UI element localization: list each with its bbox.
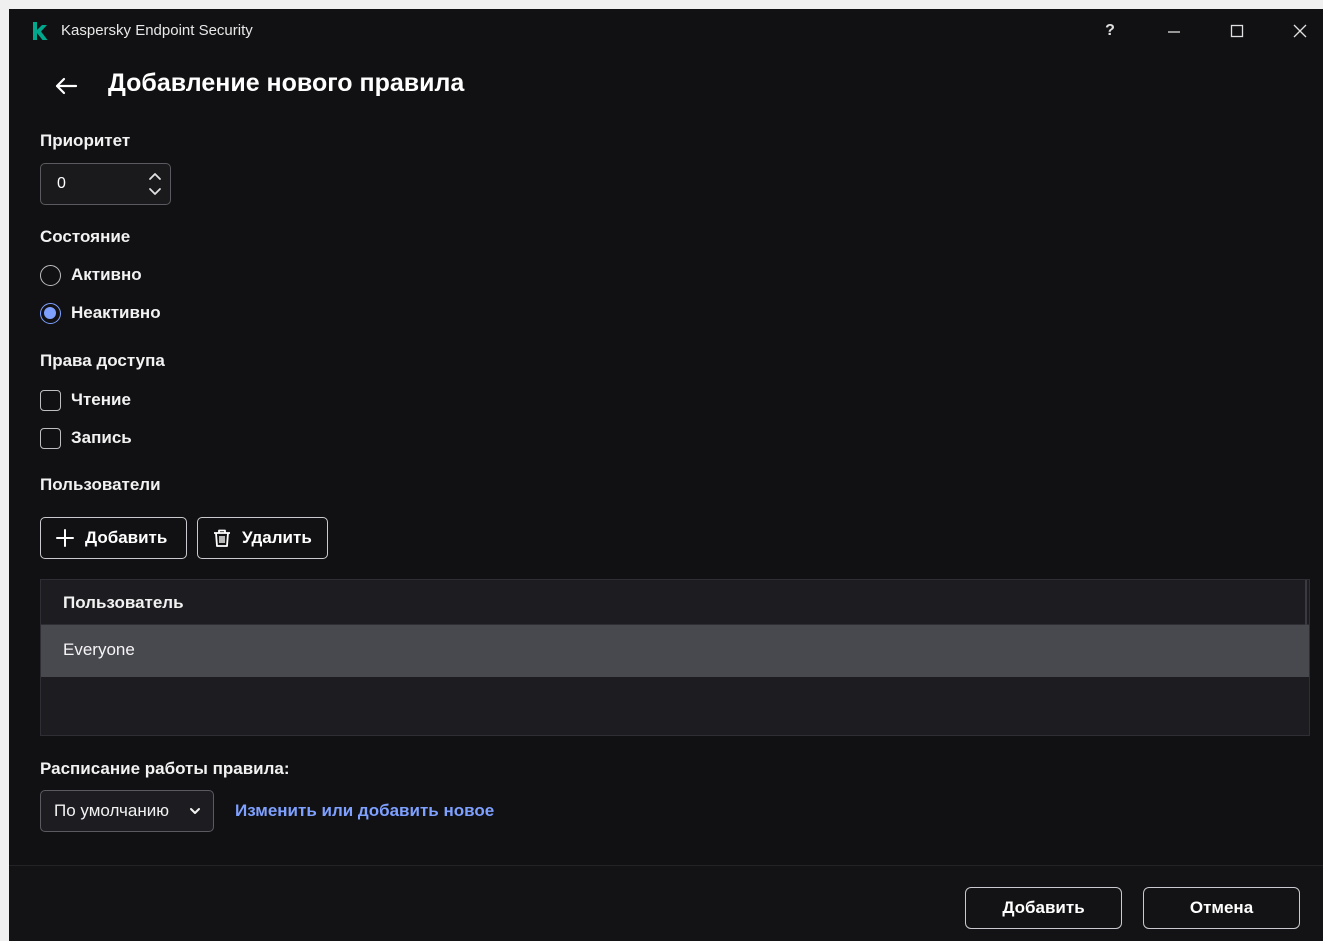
arrow-left-icon [55, 77, 78, 95]
read-checkbox-row[interactable]: Чтение [40, 388, 131, 412]
checkbox-label: Запись [71, 428, 132, 447]
access-rights-label: Права доступа [40, 351, 165, 370]
plus-icon [55, 528, 75, 548]
kaspersky-logo-icon [33, 22, 48, 40]
column-resizer[interactable] [1305, 580, 1307, 625]
chevron-down-icon [190, 808, 200, 814]
app-title: Kaspersky Endpoint Security [61, 22, 253, 39]
column-header-user[interactable]: Пользователь [63, 593, 184, 613]
radio-label: Неактивно [71, 303, 161, 322]
delete-user-label: Удалить [242, 528, 312, 547]
table-header: Пользователь [41, 580, 1309, 625]
users-label: Пользователи [40, 475, 161, 494]
trash-icon [212, 528, 232, 548]
help-button[interactable]: ? [1095, 17, 1125, 45]
minimize-button[interactable] [1159, 17, 1189, 45]
dialog-footer: Добавить Отмена [9, 865, 1323, 941]
write-checkbox-row[interactable]: Запись [40, 426, 132, 450]
state-active-radio[interactable]: Активно [40, 263, 142, 287]
title-bar: Kaspersky Endpoint Security ? [9, 9, 1323, 53]
stepper-arrows-icon[interactable] [148, 170, 162, 198]
close-button[interactable] [1285, 17, 1315, 45]
delete-user-button[interactable]: Удалить [197, 517, 328, 559]
back-button[interactable] [51, 73, 81, 99]
priority-label: Приоритет [40, 131, 131, 150]
add-user-button[interactable]: Добавить [40, 517, 187, 559]
schedule-label: Расписание работы правила: [40, 759, 290, 778]
maximize-button[interactable] [1222, 17, 1252, 45]
priority-stepper[interactable]: 0 [40, 163, 171, 205]
schedule-selected-value: По умолчанию [54, 801, 169, 820]
close-icon [1293, 24, 1307, 38]
user-cell: Everyone [63, 640, 135, 659]
priority-value: 0 [57, 175, 66, 192]
minimize-icon [1168, 31, 1180, 33]
confirm-add-button[interactable]: Добавить [965, 887, 1122, 929]
checkbox-label: Чтение [71, 390, 131, 409]
maximize-icon [1230, 24, 1244, 38]
help-icon: ? [1105, 22, 1115, 39]
radio-button[interactable] [40, 264, 61, 286]
schedule-dropdown[interactable]: По умолчанию [40, 790, 214, 832]
cancel-button[interactable]: Отмена [1143, 887, 1300, 929]
radio-button-selected[interactable] [40, 302, 61, 324]
rule-dialog-window: Kaspersky Endpoint Security ? Добавление… [9, 9, 1323, 941]
users-table: Пользователь Everyone [40, 579, 1310, 736]
table-row[interactable]: Everyone [41, 625, 1309, 677]
radio-label: Активно [71, 265, 142, 284]
page-title: Добавление нового правила [108, 69, 465, 97]
state-inactive-radio[interactable]: Неактивно [40, 301, 161, 325]
state-label: Состояние [40, 227, 131, 246]
write-checkbox[interactable] [40, 427, 61, 449]
add-user-label: Добавить [85, 528, 168, 547]
read-checkbox[interactable] [40, 389, 61, 411]
edit-schedule-link[interactable]: Изменить или добавить новое [235, 801, 494, 821]
